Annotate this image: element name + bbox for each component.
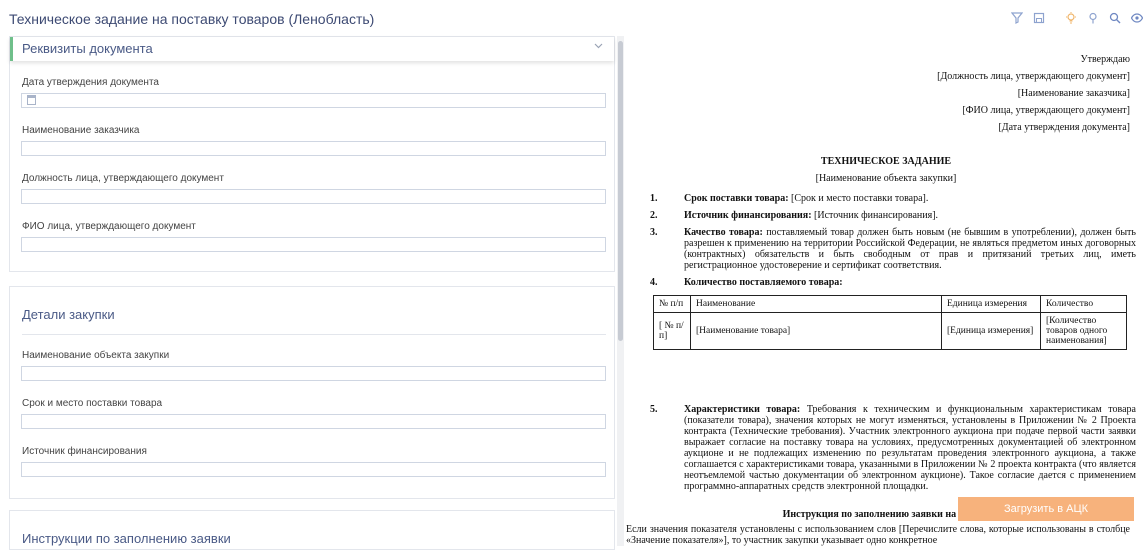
instructions-text: Если значения показателя установлены с и… <box>626 524 1130 546</box>
pin-icon[interactable] <box>1084 9 1102 27</box>
table-cell: [Количество товаров одного наименования] <box>1040 312 1127 350</box>
requisites-section-header[interactable]: Реквизиты документа <box>10 37 614 61</box>
save-icon[interactable] <box>1030 9 1048 27</box>
approval-date-field[interactable] <box>21 93 606 108</box>
instructions-section-title: Инструкции по заполнению заявки <box>22 531 231 546</box>
item-number: 2. <box>650 210 658 221</box>
approve-line-2: [Должность лица, утверждающего документ] <box>937 71 1130 82</box>
item-text: [Срок и место поставки товара]. <box>788 193 929 204</box>
table-header-cell: Количество <box>1040 295 1127 313</box>
approver-name-label: ФИО лица, утверждающего документ <box>22 221 196 232</box>
object-name-field[interactable] <box>21 366 606 381</box>
item-number: 3. <box>650 227 658 238</box>
approve-line-1: Утверждаю <box>1080 54 1130 65</box>
funding-source-label: Источник финансирования <box>22 446 147 457</box>
filter-icon[interactable] <box>1008 9 1026 27</box>
document-preview: Утверждаю [Должность лица, утверждающего… <box>626 36 1146 546</box>
item-text: Требования к техническим и функциональны… <box>684 404 1136 492</box>
approver-position-field[interactable] <box>21 189 606 204</box>
item-label: Качество товара: <box>684 227 763 238</box>
item-label: Характеристики товара: <box>684 404 801 415</box>
table-cell: [Наименование товара] <box>690 312 942 350</box>
doc-item-2: 2. Источник финансирования: [Источник фи… <box>650 210 1136 221</box>
table-header-cell: № п/п <box>653 295 691 313</box>
document-heading: ТЕХНИЧЕСКОЕ ЗАДАНИЕ <box>820 156 952 167</box>
toolbar <box>1004 9 1146 27</box>
delivery-term-field[interactable] <box>21 414 606 429</box>
approve-line-3: [Наименование заказчика] <box>1017 88 1130 99</box>
approver-name-field[interactable] <box>21 237 606 252</box>
zoom-icon[interactable] <box>1106 9 1124 27</box>
item-label: Срок поставки товара: <box>684 193 789 204</box>
table-header-cell: Наименование <box>690 295 942 313</box>
title-bar: Техническое задание на поставку товаров … <box>0 0 1146 36</box>
customer-name-field[interactable] <box>21 141 606 156</box>
eye-icon[interactable] <box>1128 9 1146 27</box>
instructions-section: Инструкции по заполнению заявки <box>9 510 615 550</box>
approve-line-4: [ФИО лица, утверждающего документ] <box>962 105 1130 116</box>
table-header-cell: Единица измерения <box>941 295 1041 313</box>
approver-position-label: Должность лица, утверждающего документ <box>22 173 224 184</box>
approval-date-label: Дата утверждения документа <box>22 77 159 88</box>
section-divider <box>22 334 606 335</box>
object-name-label: Наименование объекта закупки <box>22 350 170 361</box>
purchase-section-title: Детали закупки <box>22 307 115 322</box>
item-number: 4. <box>650 277 658 288</box>
item-number: 1. <box>650 193 658 204</box>
calendar-icon[interactable] <box>27 95 36 105</box>
approve-line-5: [Дата утверждения документа] <box>998 122 1130 133</box>
page-title: Техническое задание на поставку товаров … <box>9 11 375 27</box>
table-cell: [Единица измерения] <box>941 312 1041 350</box>
table-cell: [ № п/п] <box>653 312 691 350</box>
doc-item-5: 5. Характеристики товара: Требования к т… <box>650 404 1136 492</box>
document-subheading: [Наименование объекта закупки] <box>815 173 957 184</box>
requisites-section-title: Реквизиты документа <box>22 41 153 56</box>
customer-name-label: Наименование заказчика <box>22 125 140 136</box>
chevron-down-icon[interactable] <box>593 40 604 54</box>
item-label: Источник финансирования: <box>684 210 812 221</box>
table-header-row: № п/п Наименование Единица измерения Кол… <box>653 295 1127 313</box>
doc-item-3: 3. Качество товара: поставляемый товар д… <box>650 227 1136 271</box>
quantity-table: № п/п Наименование Единица измерения Кол… <box>653 295 1127 350</box>
doc-item-4: 4. Количество поставляемого товара: <box>650 277 1136 288</box>
delivery-term-label: Срок и место поставки товара <box>22 398 163 409</box>
bulb-icon[interactable] <box>1062 9 1080 27</box>
item-text: [Источник финансирования]. <box>811 210 939 221</box>
funding-source-field[interactable] <box>21 462 606 477</box>
table-row: [ № п/п] [Наименование товара] [Единица … <box>653 312 1127 350</box>
doc-item-1: 1. Срок поставки товара: [Срок и место п… <box>650 193 1136 204</box>
form-scrollbar-thumb[interactable] <box>618 41 623 341</box>
item-number: 5. <box>650 404 658 415</box>
upload-to-ack-button[interactable]: Загрузить в АЦК <box>958 497 1134 521</box>
item-label: Количество поставляемого товара: <box>684 277 843 288</box>
